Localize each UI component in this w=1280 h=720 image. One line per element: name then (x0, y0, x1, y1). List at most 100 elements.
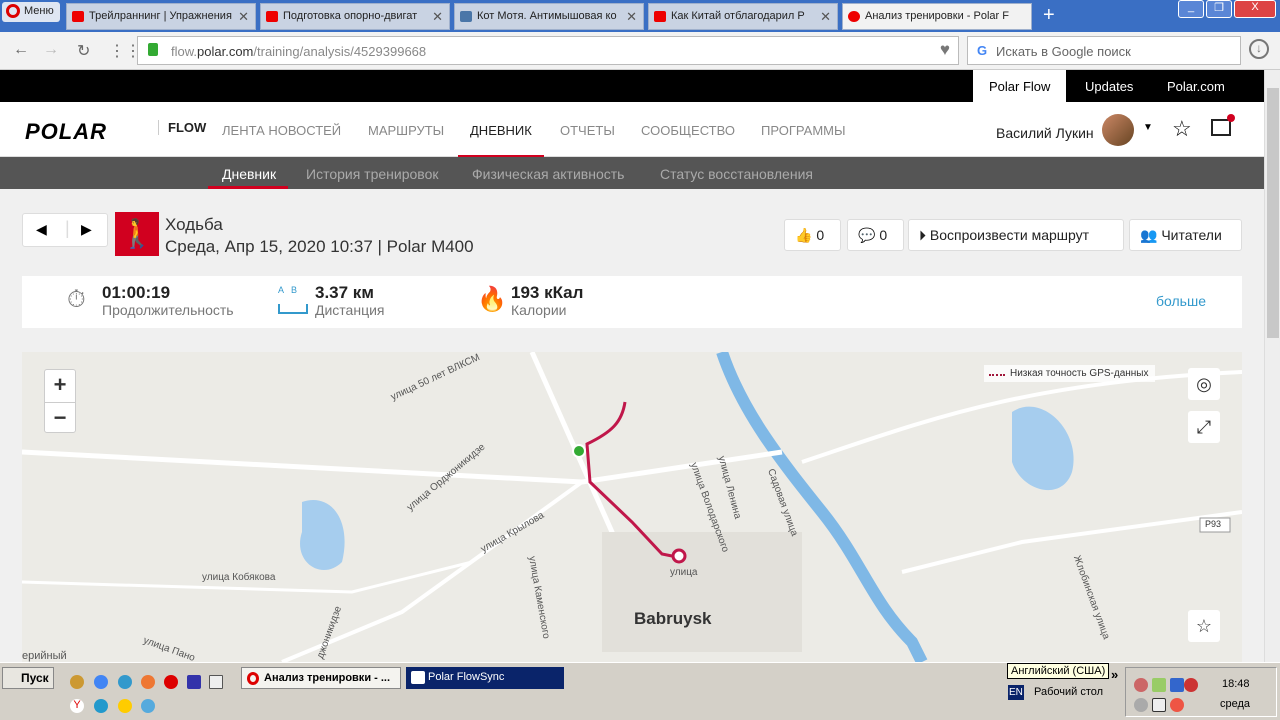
browser-tab-active[interactable]: Анализ тренировки - Polar F (842, 3, 1032, 30)
youtube-icon (266, 11, 278, 22)
chrome-icon[interactable] (94, 675, 108, 689)
windows-taskbar: Пуск Y Анализ тренировки - ... Polar Flo… (0, 662, 1280, 720)
polar-flow-link[interactable]: Polar Flow (973, 70, 1067, 102)
notifications-icon[interactable] (1211, 114, 1235, 136)
nav-diary[interactable]: ДНЕВНИК (458, 123, 544, 158)
language-indicator[interactable]: EN (1008, 685, 1024, 700)
page-scrollbar[interactable] (1264, 70, 1280, 662)
yandex-icon[interactable]: Y (70, 699, 84, 713)
start-button[interactable]: Пуск (2, 667, 54, 689)
taskbar-flowsync-window[interactable]: Polar FlowSync (406, 667, 564, 689)
system-tray: 18:48 среда (1125, 667, 1277, 717)
user-name[interactable]: Василий Лукин (996, 125, 1094, 141)
new-tab-button[interactable]: + (1043, 4, 1055, 27)
subnav-recovery[interactable]: Статус восстановления (660, 166, 813, 182)
stopwatch-icon: ⏱ (67, 286, 86, 313)
tray-icon[interactable] (1152, 698, 1166, 712)
subnav-activity[interactable]: Физическая активность (472, 166, 624, 182)
training-navigation: ◀ | ▶ (22, 213, 108, 247)
main-nav: POLAR FLOW ЛЕНТА НОВОСТЕЙ МАРШРУТЫ ДНЕВН… (0, 102, 1264, 158)
updates-link[interactable]: Updates (1085, 79, 1133, 94)
ie-icon[interactable] (94, 699, 108, 713)
road-label: P93 (1205, 519, 1222, 529)
maximize-button[interactable]: ❐ (1206, 0, 1232, 18)
followers-button[interactable]: 👥 Читатели (1129, 219, 1242, 251)
more-link[interactable]: больше (1156, 293, 1206, 309)
route-map[interactable]: Babruysk P93 улица 50 лет ВЛКСМ улица Ор… (22, 352, 1242, 662)
polar-com-link[interactable]: Polar.com (1167, 79, 1225, 94)
tray-icon[interactable] (1134, 678, 1148, 692)
fullscreen-icon[interactable]: ⤢ (1188, 411, 1220, 443)
clock-time[interactable]: 18:48 (1222, 678, 1250, 690)
comment-icon: 💬 (858, 227, 876, 243)
subnav-history[interactable]: История тренировок (306, 166, 438, 182)
subnav-diary[interactable]: Дневник (207, 166, 289, 189)
player-icon[interactable] (118, 699, 132, 713)
network-icon[interactable] (1170, 678, 1184, 692)
next-arrow-icon[interactable]: ▶ (81, 221, 92, 238)
minimize-button[interactable]: _ (1178, 0, 1204, 18)
zoom-in-button[interactable]: + (45, 370, 75, 402)
flow-label: FLOW (158, 120, 206, 135)
browser-tab[interactable]: Трейлраннинг | Упражнения ✕ (66, 3, 256, 30)
antivirus-icon[interactable] (1184, 678, 1198, 692)
download-icon[interactable]: ↓ (1249, 39, 1269, 59)
quicklaunch-icon[interactable] (118, 675, 132, 689)
desktop-toolbar[interactable]: Рабочий стол (1034, 686, 1103, 698)
close-tab-icon[interactable]: ✕ (428, 9, 443, 25)
star-icon[interactable]: ☆ (1172, 116, 1192, 142)
tray-icon[interactable] (1152, 678, 1166, 692)
chevron-right-icon[interactable]: » (1111, 667, 1118, 682)
previous-arrow-icon[interactable]: ◀ (36, 221, 47, 238)
youtube-icon (654, 11, 666, 22)
nav-routes[interactable]: МАРШРУТЫ (368, 123, 444, 138)
reload-icon[interactable]: ↻ (77, 41, 90, 61)
close-tab-icon[interactable]: ✕ (816, 9, 831, 25)
nav-programs[interactable]: ПРОГРАММЫ (761, 123, 846, 138)
address-bar-area: ← → ↻ ⋮⋮ flow.polar.com/training/analysi… (0, 32, 1280, 70)
taskbar-opera-window[interactable]: Анализ тренировки - ... (241, 667, 401, 689)
close-window-button[interactable]: X (1234, 0, 1276, 18)
vk-icon (460, 11, 472, 22)
nav-community[interactable]: СООБЩЕСТВО (641, 123, 735, 138)
nav-reports[interactable]: ОТЧЕТЫ (560, 123, 615, 138)
opera-menu-button[interactable]: Меню (2, 2, 60, 22)
opera-icon[interactable] (164, 675, 178, 689)
back-icon[interactable]: ← (13, 41, 29, 59)
polar-logo[interactable]: POLAR (25, 119, 107, 145)
quicklaunch-icon[interactable] (70, 675, 84, 689)
zoom-out-button[interactable]: − (45, 402, 75, 434)
replay-route-button[interactable]: ⏵ Воспроизвести маршрут (908, 219, 1124, 251)
browser-tab[interactable]: Как Китай отблагодарил Р ✕ (648, 3, 838, 30)
comments-button[interactable]: 💬 0 (847, 219, 904, 251)
close-tab-icon[interactable]: ✕ (622, 9, 637, 25)
zoom-control: + − (44, 369, 76, 433)
tray-icon[interactable] (1170, 698, 1184, 712)
locate-icon[interactable]: ◎ (1188, 368, 1220, 400)
save-icon[interactable] (187, 675, 201, 689)
map-canvas (22, 352, 1242, 662)
sub-nav: Дневник История тренировок Физическая ак… (0, 157, 1264, 189)
training-content: ◀ | ▶ 🚶 Ходьба Среда, Апр 15, 2020 10:37… (0, 189, 1264, 662)
quicklaunch-icon[interactable] (209, 675, 223, 689)
like-button[interactable]: 👍 0 (784, 219, 841, 251)
calories-value: 193 кКал (511, 283, 584, 302)
browser-tab[interactable]: Подготовка опорно-двигат ✕ (260, 3, 450, 30)
lock-icon (148, 43, 158, 56)
heart-icon[interactable]: ♥ (940, 40, 950, 60)
favorite-route-star-icon[interactable]: ☆ (1188, 610, 1220, 642)
search-input[interactable]: G Искать в Google поиск (967, 36, 1241, 65)
url-input[interactable]: flow.polar.com/training/analysis/4529399… (137, 36, 959, 65)
forward-icon[interactable]: → (43, 41, 59, 59)
firefox-icon[interactable] (141, 675, 155, 689)
tray-icon[interactable] (1134, 698, 1148, 712)
training-subtitle: Среда, Апр 15, 2020 10:37 | Polar M400 (165, 237, 474, 256)
close-tab-icon[interactable]: ✕ (234, 9, 249, 25)
nav-feed[interactable]: ЛЕНТА НОВОСТЕЙ (222, 123, 341, 138)
chevron-down-icon[interactable]: ▼ (1143, 122, 1153, 133)
google-icon: G (977, 43, 988, 58)
avatar[interactable] (1102, 114, 1134, 146)
browser-tab[interactable]: Кот Мотя. Антимышовая ко ✕ (454, 3, 644, 30)
thumbs-up-icon: 👍 (795, 227, 813, 243)
quicklaunch-icon[interactable] (141, 699, 155, 713)
